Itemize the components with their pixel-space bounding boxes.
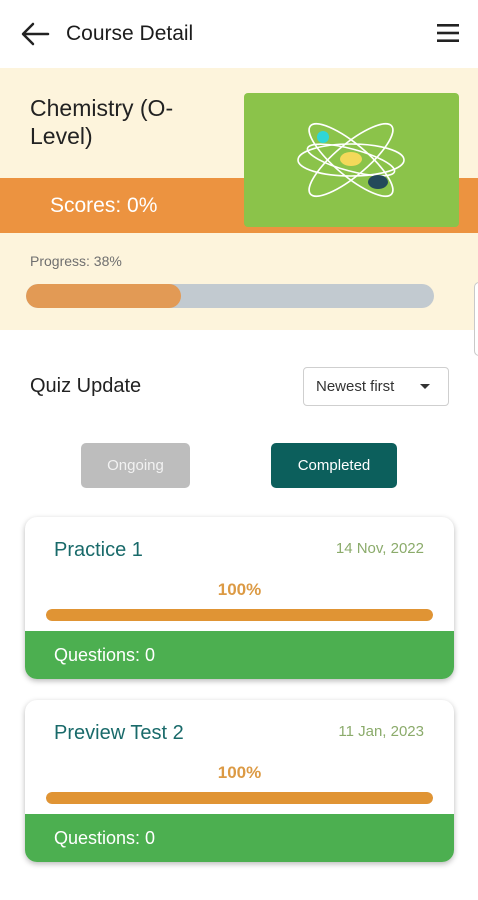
quiz-date: 11 Jan, 2023 [338, 723, 424, 740]
quiz-card-footer: Questions: 0 [25, 631, 454, 679]
quiz-heading: Quiz Update [30, 375, 142, 397]
side-edge-handle[interactable] [474, 282, 478, 356]
course-progress-bar [26, 284, 434, 308]
quiz-progress-bar [46, 792, 433, 804]
progress-label: Progress: 38% [30, 253, 122, 269]
course-image [244, 93, 459, 227]
hamburger-menu-icon[interactable] [436, 22, 460, 44]
course-score: Scores: 0% [50, 194, 158, 217]
tab-ongoing[interactable]: Ongoing [81, 443, 190, 488]
quiz-card-footer: Questions: 0 [25, 814, 454, 862]
sort-dropdown[interactable]: Newest first [303, 367, 449, 406]
quiz-progress-fill [46, 609, 433, 621]
arrow-left-icon[interactable] [20, 20, 50, 48]
quiz-percent: 100% [217, 580, 262, 599]
course-name: Chemistry (O-Level) [30, 95, 174, 149]
quiz-card[interactable]: Preview Test 2 11 Jan, 2023 100% Questio… [25, 700, 454, 862]
quiz-card[interactable]: Practice 1 14 Nov, 2022 100% Questions: … [25, 517, 454, 679]
quiz-percent: 100% [217, 763, 262, 782]
quiz-progress-fill [46, 792, 433, 804]
quiz-progress-bar [46, 609, 433, 621]
course-banner: Chemistry (O-Level) Scores: 0% Progress:… [0, 68, 478, 330]
quiz-title: Practice 1 [54, 539, 143, 561]
quiz-questions-count: Questions: 0 [54, 645, 156, 665]
course-progress-fill [26, 284, 182, 308]
page-title: Course Detail [66, 22, 194, 45]
app-header: Course Detail [0, 0, 478, 68]
tab-completed[interactable]: Completed [271, 443, 397, 488]
quiz-title: Preview Test 2 [54, 722, 184, 744]
sort-selected-value: Newest first [316, 378, 395, 395]
caret-down-icon [420, 384, 430, 389]
quiz-questions-count: Questions: 0 [54, 828, 156, 848]
quiz-date: 14 Nov, 2022 [335, 540, 424, 557]
atom-icon [297, 122, 405, 198]
